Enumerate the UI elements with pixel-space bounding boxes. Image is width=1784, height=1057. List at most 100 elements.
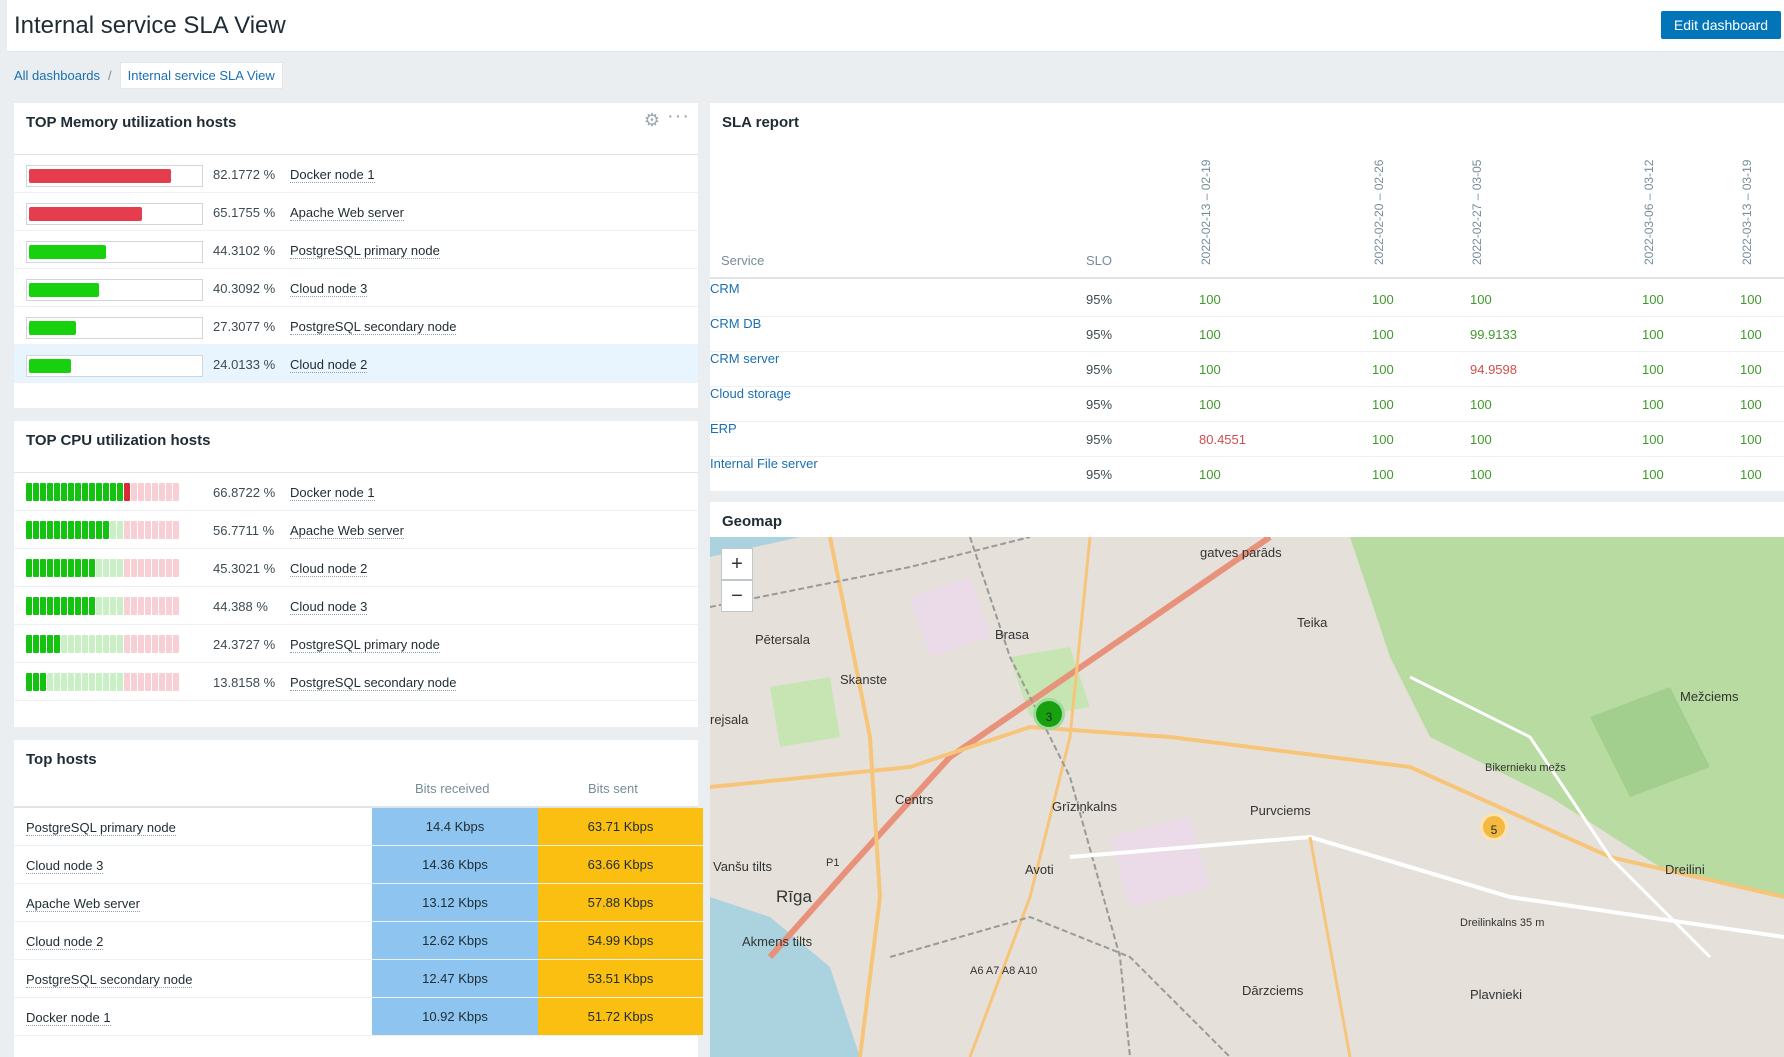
breadcrumb: All dashboards / Internal service SLA Vi… xyxy=(14,61,283,89)
map-label: Vanšu tilts xyxy=(713,859,773,874)
bits-received-cell: 14.36 Kbps xyxy=(372,846,538,883)
sla-service-link[interactable]: CRM DB xyxy=(710,316,761,331)
geomap-map[interactable]: + − Pētersala Brasa Teika Skanste Mežciems re… xyxy=(710,537,1784,1057)
host-name-link[interactable]: PostgreSQL secondary node xyxy=(26,972,193,988)
sla-slo-value: 95% xyxy=(1086,397,1113,412)
host-name-link[interactable]: Cloud node 2 xyxy=(26,934,104,950)
host-name-link[interactable]: Apache Web server xyxy=(26,896,140,912)
memory-bar-fill xyxy=(29,283,99,297)
cpu-host-link[interactable]: Cloud node 3 xyxy=(290,599,368,615)
sla-value: 100 xyxy=(1740,362,1762,377)
cpu-segment xyxy=(68,673,74,691)
map-label: Akmens tilts xyxy=(742,934,813,949)
breadcrumb-current[interactable]: Internal service SLA View xyxy=(119,61,283,89)
memory-widget: TOP Memory utilization hosts ⚙ ··· 82.17… xyxy=(14,103,698,408)
cpu-segment xyxy=(152,559,158,577)
cpu-host-link[interactable]: PostgreSQL primary node xyxy=(290,637,440,653)
cpu-segment xyxy=(138,597,144,615)
tophosts-widget-title: Top hosts xyxy=(26,751,97,768)
bits-sent-cell: 54.99 Kbps xyxy=(538,922,703,959)
sla-service-link[interactable]: ERP xyxy=(710,421,737,436)
memory-row: 24.0133 % Cloud node 2 xyxy=(14,345,698,383)
cpu-segment xyxy=(61,673,67,691)
cpu-segment xyxy=(33,635,39,653)
memory-row: 27.3077 % PostgreSQL secondary node xyxy=(14,307,698,345)
cpu-host-link[interactable]: PostgreSQL secondary node xyxy=(290,675,457,691)
memory-host-link[interactable]: Apache Web server xyxy=(290,205,404,221)
sla-service-link[interactable]: Internal File server xyxy=(710,456,818,471)
cpu-segment xyxy=(89,521,95,539)
memory-host-link[interactable]: Cloud node 3 xyxy=(290,281,368,297)
tophosts-widget-header: Top hosts xyxy=(14,740,698,772)
memory-bar-fill xyxy=(29,359,71,373)
cpu-segment xyxy=(47,673,53,691)
cpu-segment xyxy=(26,597,32,615)
column-header-bits-sent[interactable]: Bits sent xyxy=(588,781,638,796)
cpu-segment-bar xyxy=(26,597,179,617)
cpu-host-link[interactable]: Apache Web server xyxy=(290,523,404,539)
column-header-bits-received[interactable]: Bits received xyxy=(415,781,489,796)
sla-period-header: 2022-02-20 – 02-26 xyxy=(1372,159,1386,265)
sla-row: CRM server 95% 100 100 94.9598 100 100 xyxy=(710,351,1784,387)
memory-host-link[interactable]: PostgreSQL primary node xyxy=(290,243,440,259)
sla-value: 100 xyxy=(1199,397,1221,412)
cpu-segment xyxy=(173,559,179,577)
sla-value: 100 xyxy=(1372,362,1394,377)
cpu-segment xyxy=(40,483,46,501)
sla-slo-value: 95% xyxy=(1086,327,1113,342)
sla-service-link[interactable]: Cloud storage xyxy=(710,386,791,401)
cpu-segment xyxy=(33,483,39,501)
memory-widget-title: TOP Memory utilization hosts xyxy=(26,114,237,131)
cpu-segment xyxy=(61,597,67,615)
memory-bar-fill xyxy=(29,207,142,221)
map-label: Dārzciems xyxy=(1242,983,1304,998)
host-name-link[interactable]: PostgreSQL primary node xyxy=(26,820,176,836)
sla-value: 100 xyxy=(1642,292,1664,307)
sla-value: 100 xyxy=(1372,327,1394,342)
sla-value: 100 xyxy=(1199,362,1221,377)
cpu-segment xyxy=(173,597,179,615)
memory-widget-header: TOP Memory utilization hosts ⚙ ··· xyxy=(14,103,698,155)
sla-value: 100 xyxy=(1372,432,1394,447)
map-cluster-marker[interactable]: 5 xyxy=(1480,813,1508,841)
breadcrumb-all-dashboards[interactable]: All dashboards xyxy=(14,68,100,83)
memory-host-link[interactable]: Cloud node 2 xyxy=(290,357,368,373)
cpu-segment xyxy=(54,483,60,501)
cpu-segment xyxy=(89,483,95,501)
memory-host-link[interactable]: PostgreSQL secondary node xyxy=(290,319,457,335)
cpu-host-link[interactable]: Docker node 1 xyxy=(290,485,375,501)
map-cluster-marker[interactable]: 3 xyxy=(1033,698,1065,730)
sla-row: CRM DB 95% 100 100 99.9133 100 100 xyxy=(710,316,1784,352)
cpu-segment xyxy=(47,483,53,501)
cpu-widget: TOP CPU utilization hosts 66.8722 % Docke… xyxy=(14,421,698,727)
sla-service-link[interactable]: CRM xyxy=(710,281,740,296)
cpu-segment xyxy=(40,673,46,691)
zoom-in-button[interactable]: + xyxy=(721,548,753,580)
gear-icon[interactable]: ⚙ xyxy=(644,110,660,131)
cpu-segment xyxy=(40,597,46,615)
cpu-widget-header: TOP CPU utilization hosts xyxy=(14,421,698,473)
breadcrumb-separator: / xyxy=(108,67,112,83)
cpu-segment xyxy=(68,597,74,615)
edit-dashboard-button[interactable]: Edit dashboard xyxy=(1661,11,1781,39)
host-name-link[interactable]: Cloud node 3 xyxy=(26,858,104,874)
host-name-link[interactable]: Docker node 1 xyxy=(26,1010,111,1026)
cpu-segment xyxy=(145,521,151,539)
cpu-host-link[interactable]: Cloud node 2 xyxy=(290,561,368,577)
cpu-segment xyxy=(110,673,116,691)
tophosts-rows: PostgreSQL primary node 14.4 Kbps 63.71 Kb… xyxy=(14,808,703,1036)
table-row: PostgreSQL primary node 14.4 Kbps 63.71 Kb… xyxy=(14,808,703,846)
cpu-segment xyxy=(89,635,95,653)
cpu-segment xyxy=(96,521,102,539)
cpu-segment xyxy=(68,559,74,577)
cpu-segment xyxy=(26,521,32,539)
more-icon[interactable]: ··· xyxy=(667,105,690,128)
sla-service-link[interactable]: CRM server xyxy=(710,351,779,366)
cpu-segment xyxy=(54,597,60,615)
memory-host-link[interactable]: Docker node 1 xyxy=(290,167,375,183)
memory-percent: 44.3102 % xyxy=(213,243,276,258)
memory-percent: 40.3092 % xyxy=(213,281,276,296)
zoom-out-button[interactable]: − xyxy=(721,580,753,612)
cpu-segment xyxy=(138,559,144,577)
cpu-segment-bar xyxy=(26,521,179,541)
